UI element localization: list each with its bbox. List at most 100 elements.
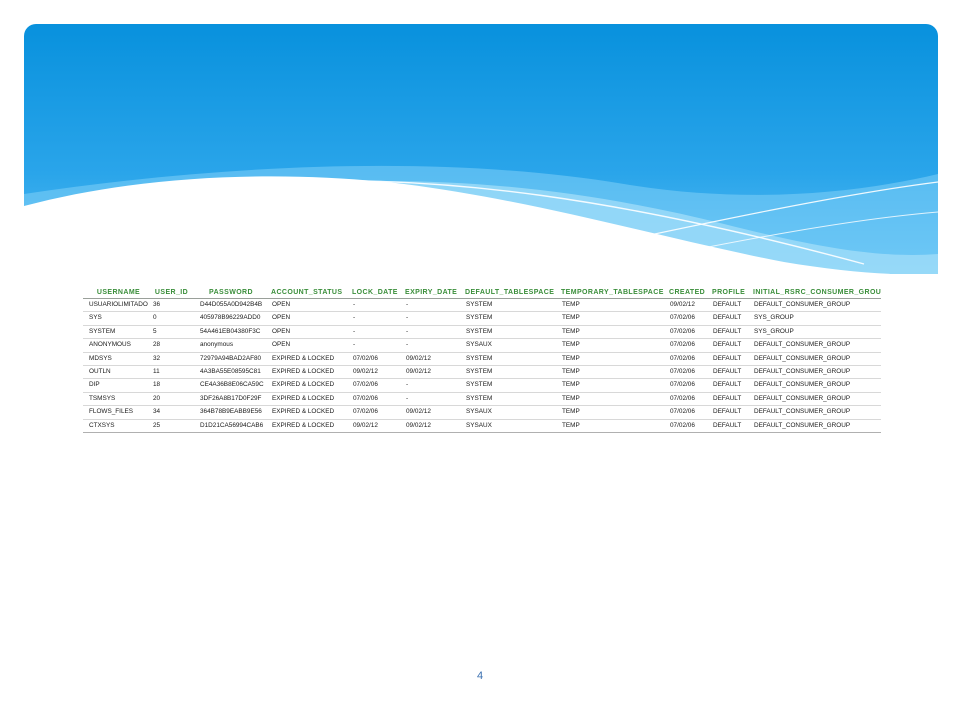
table-cell-user-id: 5 <box>148 325 195 340</box>
table-cell-created: 07/02/06 <box>665 338 708 353</box>
table-cell-profile: DEFAULT <box>708 298 749 313</box>
table-cell-created: 07/02/06 <box>665 325 708 340</box>
table-row: CTXSYS 25 D1D21CA56994CAB6 EXPIRED & LOCKED… <box>83 419 881 434</box>
table-cell-profile: DEFAULT <box>708 325 749 340</box>
table-cell-lock-date: - <box>348 311 401 326</box>
table-cell-initial-rsrc-consumer-group: DEFAULT_CONSUMER_GROUP <box>749 419 881 434</box>
slide-header-banner <box>24 24 938 274</box>
table-cell-profile: DEFAULT <box>708 311 749 326</box>
table-cell-initial-rsrc-consumer-group: DEFAULT_CONSUMER_GROUP <box>749 298 881 313</box>
table-cell-temporary-tablespace: TEMP <box>557 405 665 420</box>
table-cell-temporary-tablespace: TEMP <box>557 311 665 326</box>
table-cell-account-status: OPEN <box>267 298 348 313</box>
table-cell-user-id: 34 <box>148 405 195 420</box>
table-cell-username: MDSYS <box>83 352 148 367</box>
table-cell-default-tablespace: SYSTEM <box>461 325 557 340</box>
table-cell-initial-rsrc-consumer-group: DEFAULT_CONSUMER_GROUP <box>749 392 881 407</box>
table-row: MDSYS 32 72979A94BAD2AF80 EXPIRED & LOCKED 0… <box>83 352 881 367</box>
table-cell-password: D44D055A0D942B4B <box>195 298 267 313</box>
column-header-username: USERNAME <box>83 287 148 299</box>
table-row: TSMSYS 20 3DF26A8B17D0F29F EXPIRED & LOCKED… <box>83 392 881 407</box>
table-cell-username: CTXSYS <box>83 419 148 434</box>
table-cell-expiry-date: - <box>401 298 461 313</box>
table-cell-password: 405978B96229ADD0 <box>195 311 267 326</box>
table-cell-user-id: 36 <box>148 298 195 313</box>
table-cell-user-id: 32 <box>148 352 195 367</box>
table-cell-profile: DEFAULT <box>708 419 749 434</box>
table-cell-lock-date: - <box>348 338 401 353</box>
users-table: USERNAME USER_ID PASSWORD ACCOUNT_STATUS LOC… <box>83 287 881 434</box>
table-cell-lock-date: - <box>348 298 401 313</box>
table-cell-default-tablespace: SYSTEM <box>461 378 557 393</box>
column-header-created: CREATED <box>665 287 708 299</box>
table-cell-default-tablespace: SYSTEM <box>461 311 557 326</box>
column-header-default-tablespace: DEFAULT_TABLESPACE <box>461 287 557 299</box>
table-cell-expiry-date: 09/02/12 <box>401 405 461 420</box>
table-cell-expiry-date: - <box>401 378 461 393</box>
table-cell-initial-rsrc-consumer-group: DEFAULT_CONSUMER_GROUP <box>749 338 881 353</box>
table-cell-lock-date: 09/02/12 <box>348 419 401 434</box>
table-cell-temporary-tablespace: TEMP <box>557 378 665 393</box>
table-cell-default-tablespace: SYSAUX <box>461 338 557 353</box>
column-header-profile: PROFILE <box>708 287 749 299</box>
table-cell-password: 364B78B9EABB9E56 <box>195 405 267 420</box>
table-cell-expiry-date: - <box>401 325 461 340</box>
table-row: OUTLN 11 4A3BA55E08595C81 EXPIRED & LOCKED 0… <box>83 365 881 380</box>
table-row: SYSTEM 5 54A461EB04380F3C OPEN - - SYSTEM TEMP 0… <box>83 325 881 340</box>
table-cell-password: D1D21CA56994CAB6 <box>195 419 267 434</box>
table-cell-lock-date: 07/02/06 <box>348 392 401 407</box>
column-header-account-status: ACCOUNT_STATUS <box>267 287 348 299</box>
table-cell-profile: DEFAULT <box>708 392 749 407</box>
table-cell-account-status: EXPIRED & LOCKED <box>267 365 348 380</box>
table-header-row: USERNAME USER_ID PASSWORD ACCOUNT_STATUS LOC… <box>83 287 881 299</box>
table-cell-initial-rsrc-consumer-group: SYS_GROUP <box>749 311 881 326</box>
table-cell-default-tablespace: SYSAUX <box>461 405 557 420</box>
table-row: FLOWS_FILES 34 364B78B9EABB9E56 EXPIRED & L… <box>83 405 881 420</box>
table-cell-default-tablespace: SYSTEM <box>461 352 557 367</box>
table-cell-created: 07/02/06 <box>665 365 708 380</box>
table-cell-account-status: OPEN <box>267 325 348 340</box>
table-cell-username: ANONYMOUS <box>83 338 148 353</box>
table-cell-lock-date: 07/02/06 <box>348 352 401 367</box>
table-row: SYS 0 405978B96229ADD0 OPEN - - SYSTEM TEMP 07/0… <box>83 311 881 326</box>
table-cell-account-status: EXPIRED & LOCKED <box>267 405 348 420</box>
table-cell-temporary-tablespace: TEMP <box>557 325 665 340</box>
table-cell-username: OUTLN <box>83 365 148 380</box>
table-cell-user-id: 0 <box>148 311 195 326</box>
table-cell-created: 07/02/06 <box>665 392 708 407</box>
table-cell-password: 3DF26A8B17D0F29F <box>195 392 267 407</box>
table-cell-account-status: OPEN <box>267 338 348 353</box>
table-cell-expiry-date: - <box>401 338 461 353</box>
table-cell-username: SYS <box>83 311 148 326</box>
table-cell-default-tablespace: SYSTEM <box>461 392 557 407</box>
table-cell-initial-rsrc-consumer-group: DEFAULT_CONSUMER_GROUP <box>749 365 881 380</box>
table-cell-account-status: EXPIRED & LOCKED <box>267 419 348 434</box>
table-cell-initial-rsrc-consumer-group: SYS_GROUP <box>749 325 881 340</box>
table-cell-expiry-date: 09/02/12 <box>401 365 461 380</box>
column-header-user-id: USER_ID <box>148 287 195 299</box>
table-cell-password: anonymous <box>195 338 267 353</box>
table-cell-lock-date: 07/02/06 <box>348 405 401 420</box>
table-cell-account-status: EXPIRED & LOCKED <box>267 378 348 393</box>
table-cell-lock-date: - <box>348 325 401 340</box>
column-header-password: PASSWORD <box>195 287 267 299</box>
table-cell-user-id: 20 <box>148 392 195 407</box>
table-cell-password: 72979A94BAD2AF80 <box>195 352 267 367</box>
table-cell-temporary-tablespace: TEMP <box>557 365 665 380</box>
table-row: ANONYMOUS 28 anonymous OPEN - - SYSAUX TEMP 07/0… <box>83 338 881 353</box>
table-row: DIP 18 CE4A36B8E06CA59C EXPIRED & LOCKED 07/… <box>83 378 881 393</box>
table-cell-profile: DEFAULT <box>708 378 749 393</box>
table-cell-expiry-date: 09/02/12 <box>401 419 461 434</box>
table-cell-created: 07/02/06 <box>665 378 708 393</box>
table-cell-password: CE4A36B8E06CA59C <box>195 378 267 393</box>
table-cell-username: FLOWS_FILES <box>83 405 148 420</box>
table-cell-default-tablespace: SYSTEM <box>461 298 557 313</box>
table-cell-user-id: 18 <box>148 378 195 393</box>
column-header-temporary-tablespace: TEMPORARY_TABLESPACE <box>557 287 665 299</box>
table-cell-account-status: EXPIRED & LOCKED <box>267 352 348 367</box>
table-body: USUARIOLIMITADO 36 D44D055A0D942B4B OPEN - - S… <box>83 298 881 434</box>
table-cell-created: 07/02/06 <box>665 311 708 326</box>
table-cell-lock-date: 09/02/12 <box>348 365 401 380</box>
table-cell-user-id: 11 <box>148 365 195 380</box>
table-cell-default-tablespace: SYSTEM <box>461 365 557 380</box>
